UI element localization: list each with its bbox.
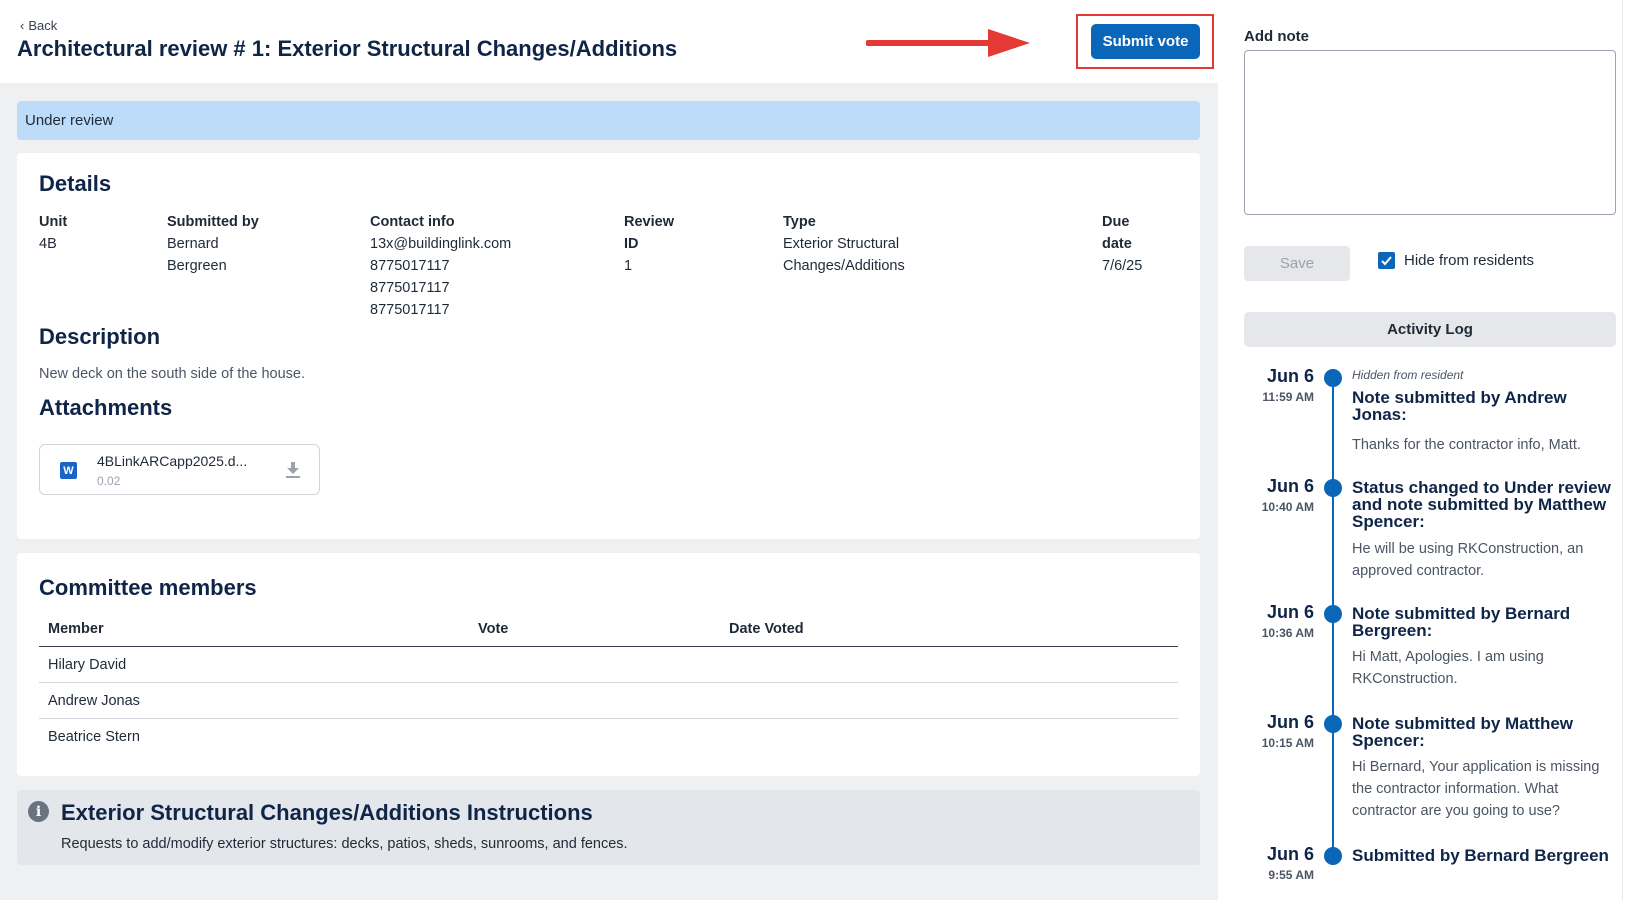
entry-date: Jun 6: [1266, 712, 1314, 732]
committee-card: Committee members Member Vote Date Voted…: [17, 553, 1200, 776]
table-row: Beatrice Stern: [39, 719, 1178, 755]
timeline-dot: [1324, 715, 1342, 733]
committee-table: Member Vote Date Voted Hilary David Andr…: [39, 612, 1178, 755]
entry-title: Spencer:: [1352, 512, 1425, 531]
table-header-row: Member Vote Date Voted: [39, 612, 1178, 647]
timeline-dot: [1324, 847, 1342, 865]
chevron-left-icon: ‹: [20, 18, 25, 33]
entry-title: Note submitted by Matthew: [1352, 714, 1574, 733]
details-card: Details Unit 4B Submitted by Bernard Ber…: [17, 153, 1200, 539]
timeline-dot: [1324, 479, 1342, 497]
save-button[interactable]: Save: [1244, 246, 1350, 281]
hidden-from-resident-tag: Hidden from resident: [1352, 368, 1464, 382]
entry-body: contractor are you going to use?: [1352, 803, 1560, 819]
description-heading: Description: [39, 324, 161, 349]
side-panel: Add note Save Hide from residents Activi…: [1218, 0, 1644, 900]
member-name: Beatrice Stern: [48, 729, 140, 745]
contact-phone: 8775017117: [370, 280, 450, 296]
main-content: ‹ Back Architectural review # 1: Exterio…: [0, 0, 1218, 900]
status-banner: Under review: [17, 101, 1200, 140]
entry-time: 10:36 AM: [1261, 626, 1314, 640]
committee-heading: Committee members: [39, 575, 257, 600]
submitted-by-last: Bergreen: [167, 258, 227, 274]
checkmark-icon: [1381, 256, 1392, 266]
member-name: Hilary David: [48, 656, 127, 673]
entry-time: 10:15 AM: [1261, 736, 1314, 750]
info-icon: i: [28, 801, 49, 822]
contact-email: 13x@buildinglink.com: [370, 236, 512, 252]
attachment-item[interactable]: W 4BLinkARCapp2025.d... 0.02: [39, 444, 320, 495]
entry-body: Hi Matt, Apologies. I am using: [1352, 649, 1544, 665]
submitted-by-label: Submitted by: [167, 214, 259, 230]
page-title: Architectural review # 1: Exterior Struc…: [17, 36, 678, 61]
entry-body: He will be using RKConstruction, an: [1352, 541, 1584, 557]
entry-date: Jun 6: [1266, 602, 1314, 622]
entry-body: the contractor information. What: [1352, 781, 1559, 797]
unit-value: 4B: [39, 236, 57, 252]
due-date-label-2: date: [1102, 236, 1132, 252]
timeline-dot: [1324, 369, 1342, 387]
entry-body: approved contractor.: [1352, 563, 1485, 579]
entry-title: Jonas:: [1352, 405, 1407, 424]
due-date-label: Due: [1102, 214, 1130, 230]
instructions-title: Exterior Structural Changes/Additions In…: [61, 800, 593, 825]
add-note-label: Add note: [1244, 28, 1309, 45]
back-link[interactable]: ‹ Back: [20, 18, 57, 33]
due-date-value: 7/6/25: [1102, 258, 1143, 274]
unit-label: Unit: [39, 214, 68, 230]
column-header-vote: Vote: [478, 621, 509, 637]
contact-phone: 8775017117: [370, 302, 450, 318]
instructions-panel: i Exterior Structural Changes/Additions …: [17, 790, 1200, 865]
entry-title: Spencer:: [1352, 731, 1425, 750]
attachment-size: 0.02: [97, 474, 121, 488]
review-id-value: 1: [624, 258, 633, 274]
entry-date: Jun 6: [1266, 844, 1314, 864]
instructions-text: Requests to add/modify exterior structur…: [61, 836, 628, 852]
contact-phone: 8775017117: [370, 258, 450, 274]
entry-body: Hi Bernard, Your application is missing: [1352, 759, 1600, 775]
red-arrow-annotation: [866, 29, 1030, 57]
note-textarea[interactable]: [1244, 50, 1616, 215]
entry-date: Jun 6: [1266, 366, 1314, 386]
entry-title: and note submitted by Matthew: [1352, 495, 1607, 514]
hide-from-residents-label[interactable]: Hide from residents: [1404, 252, 1534, 269]
entry-title: Note submitted by Bernard: [1352, 604, 1571, 623]
submitted-by-first: Bernard: [167, 236, 219, 252]
column-header-member: Member: [48, 621, 104, 637]
type-value-1: Exterior Structural: [783, 236, 900, 252]
type-label: Type: [783, 214, 816, 230]
entry-title: Submitted by Bernard Bergreen: [1352, 846, 1609, 865]
page-header: ‹ Back Architectural review # 1: Exterio…: [0, 0, 1218, 83]
hide-from-residents-checkbox[interactable]: [1378, 252, 1395, 269]
attachments-heading: Attachments: [39, 395, 173, 420]
word-file-icon: W: [60, 462, 77, 479]
entry-title: Bergreen:: [1352, 621, 1433, 640]
attachment-name: 4BLinkARCapp2025.d...: [97, 453, 248, 469]
review-id-label-2: ID: [624, 236, 639, 252]
back-label: Back: [28, 18, 58, 33]
type-value-2: Changes/Additions: [783, 258, 905, 274]
contact-label: Contact info: [370, 214, 455, 230]
panel-scrollbar[interactable]: [1622, 0, 1623, 900]
entry-body: Thanks for the contractor info, Matt.: [1352, 437, 1581, 453]
entry-time: 9:55 AM: [1268, 868, 1314, 882]
entry-date: Jun 6: [1266, 476, 1314, 496]
entry-time: 10:40 AM: [1261, 500, 1314, 514]
column-header-date-voted: Date Voted: [729, 621, 804, 637]
entry-time: 11:59 AM: [1262, 390, 1314, 404]
details-heading: Details: [39, 171, 112, 196]
download-icon[interactable]: [285, 461, 301, 479]
entry-title: Status changed to Under review: [1352, 478, 1611, 497]
submit-vote-button[interactable]: Submit vote: [1091, 24, 1200, 59]
review-id-label: Review: [624, 214, 674, 230]
member-name: Andrew Jonas: [48, 692, 140, 709]
entry-body: RKConstruction.: [1352, 671, 1458, 687]
table-row: Hilary David: [39, 647, 1178, 683]
description-text: New deck on the south side of the house.: [39, 366, 306, 382]
entry-title: Note submitted by Andrew: [1352, 388, 1567, 407]
table-row: Andrew Jonas: [39, 683, 1178, 719]
activity-log-tab[interactable]: Activity Log: [1244, 312, 1616, 347]
timeline-dot: [1324, 605, 1342, 623]
